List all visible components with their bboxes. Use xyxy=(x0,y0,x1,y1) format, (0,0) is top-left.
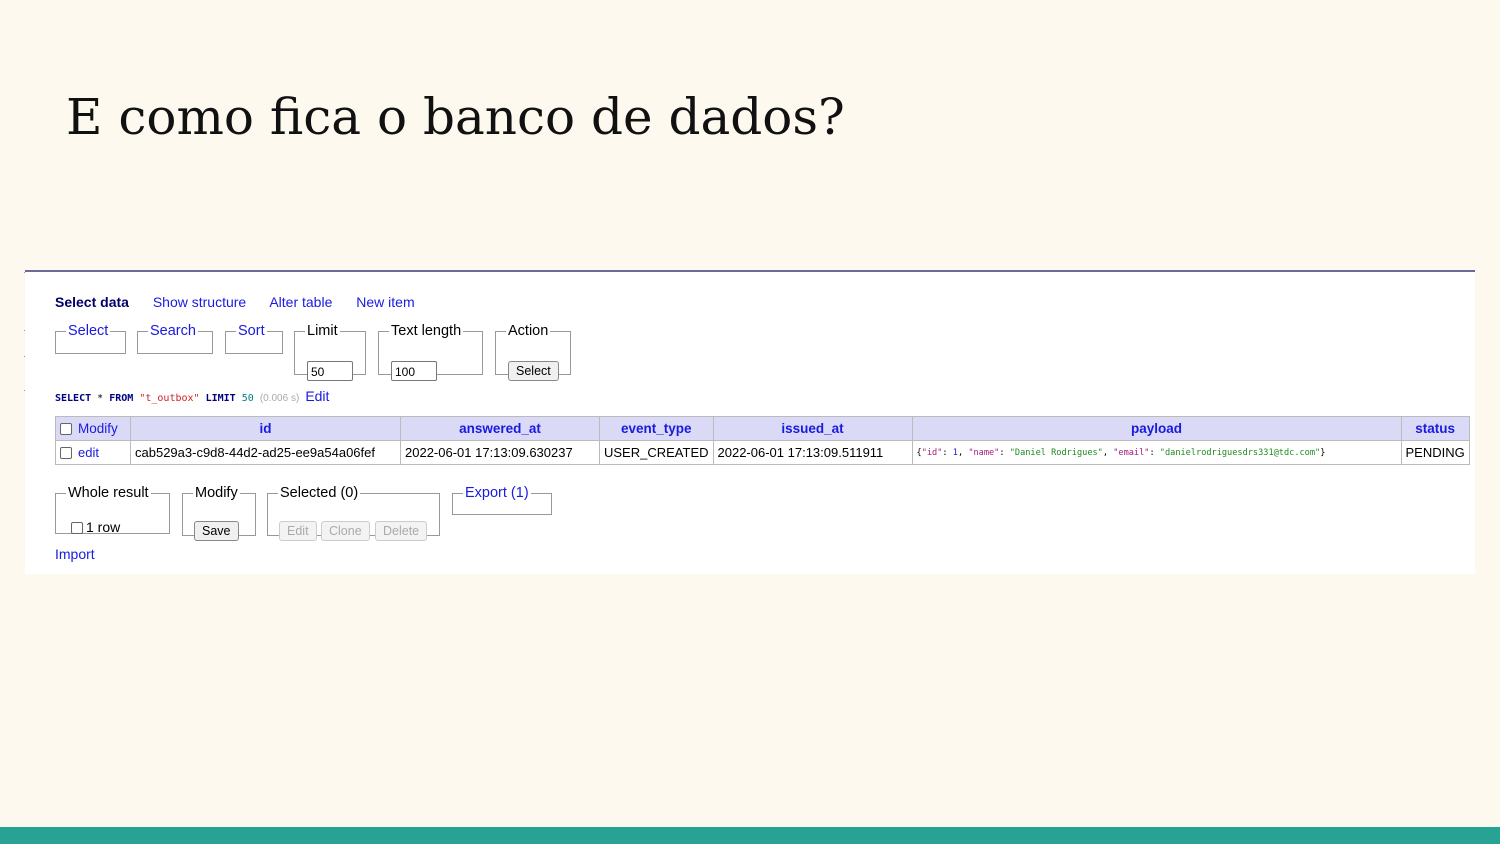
column-header-payload[interactable]: payload xyxy=(911,416,1402,441)
row-checkbox[interactable] xyxy=(60,447,72,459)
payload-value-name: "Daniel Rodrigues" xyxy=(1009,447,1103,458)
payload-value-id: 1 xyxy=(952,447,958,458)
sort-fieldset: Sort xyxy=(225,323,283,354)
action-fieldset: Action Select xyxy=(495,323,571,381)
table-header-row: Modify id answered_at event_type issued_… xyxy=(55,416,1470,441)
nav-show-structure[interactable]: Show structure xyxy=(153,294,246,310)
text-length-fieldset: Text length 100 xyxy=(378,323,483,381)
column-header-status[interactable]: status xyxy=(1400,416,1470,441)
modify-header: Modify xyxy=(55,416,131,441)
clone-selected-button[interactable]: Clone xyxy=(321,521,370,541)
adminer-panel: Select data Show structure Alter table N… xyxy=(25,270,1475,574)
query-edit-link[interactable]: Edit xyxy=(305,388,329,404)
modify-fieldset: Modify Save xyxy=(182,485,256,541)
import-link[interactable]: Import xyxy=(55,546,95,562)
modify-header-link[interactable]: Modify xyxy=(78,421,118,436)
cell-issued-at: 2022-06-01 17:13:09.511911 xyxy=(712,440,913,465)
export-toggle[interactable]: Export (1) xyxy=(463,485,531,501)
table-row: edit cab529a3-c9d8-44d2-ad25-ee9a54a06fe… xyxy=(55,440,1470,465)
delete-selected-button[interactable]: Delete xyxy=(375,521,428,541)
payload-key-id: "id" xyxy=(921,447,943,458)
action-nav: Select data Show structure Alter table N… xyxy=(55,294,435,310)
slide-title: E como fica o banco de dados? xyxy=(66,88,845,146)
select-fieldset: Select xyxy=(55,323,126,354)
sort-toggle[interactable]: Sort xyxy=(236,323,267,339)
sql-table-name: "t_outbox" xyxy=(139,393,200,404)
sql-keyword-limit: LIMIT xyxy=(205,393,236,404)
search-fieldset: Search xyxy=(137,323,213,354)
limit-label: Limit xyxy=(307,323,338,339)
select-button[interactable]: Select xyxy=(508,361,559,381)
search-toggle[interactable]: Search xyxy=(148,323,198,339)
cell-status: PENDING xyxy=(1400,440,1470,465)
row-edit-link[interactable]: edit xyxy=(78,445,99,460)
sql-limit-value: 50 xyxy=(241,393,254,404)
payload-value-email: "danielrodriguesdrs331@tdc.com" xyxy=(1159,447,1321,458)
whole-result-count: 1 row xyxy=(86,519,121,535)
sql-keyword-select: SELECT xyxy=(55,393,92,404)
whole-result-option[interactable]: 1 row xyxy=(71,519,120,535)
whole-result-label: Whole result xyxy=(68,485,149,501)
accent-bar xyxy=(0,827,1500,844)
whole-result-checkbox[interactable] xyxy=(71,522,83,534)
limit-input[interactable]: 50 xyxy=(307,361,353,381)
sql-keyword-from: FROM xyxy=(109,393,134,404)
payload-key-email: "email" xyxy=(1113,447,1150,458)
cell-payload: {"id": 1, "name": "Daniel Rodrigues", "e… xyxy=(911,440,1402,465)
text-length-label: Text length xyxy=(391,323,462,339)
modify-label: Modify xyxy=(195,485,238,501)
cell-id: cab529a3-c9d8-44d2-ad25-ee9a54a06fef xyxy=(130,440,401,465)
row-modify-cell: edit xyxy=(55,440,131,465)
selected-fieldset: Selected (0) Edit Clone Delete xyxy=(267,485,440,541)
query-time: (0.006 s) xyxy=(259,393,300,404)
sql-query: SELECT * FROM "t_outbox" LIMIT 50 (0.006… xyxy=(55,388,329,404)
select-all-checkbox[interactable] xyxy=(60,423,72,435)
whole-result-fieldset: Whole result 1 row xyxy=(55,485,170,535)
nav-new-item[interactable]: New item xyxy=(356,294,414,310)
column-header-issued-at[interactable]: issued_at xyxy=(712,416,913,441)
column-header-id[interactable]: id xyxy=(130,416,401,441)
select-toggle[interactable]: Select xyxy=(66,323,110,339)
nav-alter-table[interactable]: Alter table xyxy=(269,294,332,310)
save-button[interactable]: Save xyxy=(194,521,239,541)
column-header-event-type[interactable]: event_type xyxy=(599,416,714,441)
results-table: Modify id answered_at event_type issued_… xyxy=(55,416,1470,465)
export-fieldset: Export (1) xyxy=(452,485,552,515)
nav-select-data[interactable]: Select data xyxy=(55,294,129,310)
cell-answered-at: 2022-06-01 17:13:09.630237 xyxy=(400,440,600,465)
limit-fieldset: Limit 50 xyxy=(294,323,366,381)
payload-close-brace: } xyxy=(1320,447,1326,458)
edit-selected-button[interactable]: Edit xyxy=(279,521,317,541)
sql-star: * xyxy=(97,393,104,404)
text-length-input[interactable]: 100 xyxy=(391,361,437,381)
selected-label: Selected (0) xyxy=(280,485,359,501)
action-label: Action xyxy=(508,323,549,339)
column-header-answered-at[interactable]: answered_at xyxy=(400,416,600,441)
cell-event-type: USER_CREATED xyxy=(599,440,714,465)
payload-key-name: "name" xyxy=(968,447,1000,458)
